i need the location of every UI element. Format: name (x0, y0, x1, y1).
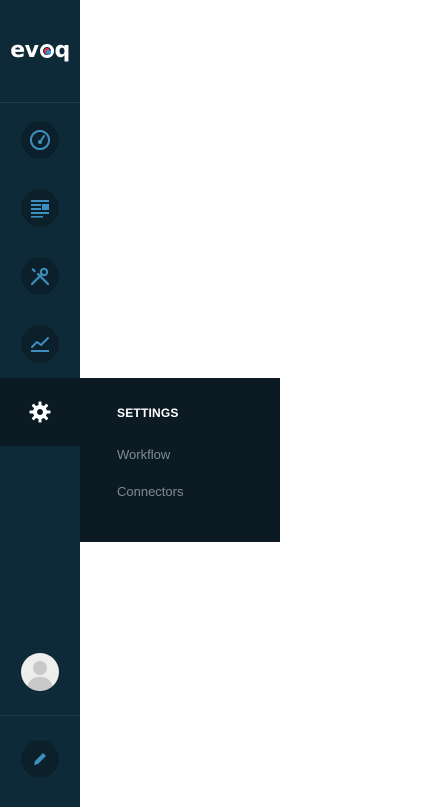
sidebar-item-settings[interactable] (0, 378, 80, 446)
flyout-item-workflow[interactable]: Workflow (117, 447, 170, 462)
logo-mark-icon (39, 44, 54, 58)
page: ev q SETTINGS Workflow Connectors (0, 0, 443, 807)
flyout-item-connectors[interactable]: Connectors (117, 484, 183, 499)
sidebar-item-dashboard[interactable] (21, 121, 59, 159)
content-icon (31, 200, 49, 218)
avatar[interactable] (21, 653, 59, 691)
pencil-icon (34, 753, 46, 765)
tools-icon (30, 267, 50, 286)
analytics-icon (31, 337, 49, 352)
sidebar-item-content[interactable] (21, 189, 59, 227)
sidebar-item-analytics[interactable] (21, 325, 59, 363)
sidebar-item-tools[interactable] (21, 257, 59, 295)
gear-icon (29, 401, 51, 423)
sidebar: ev q (0, 0, 80, 807)
logo-wordmark: ev q (10, 38, 70, 63)
user-avatar-icon (27, 661, 53, 691)
logo[interactable]: ev q (0, 0, 80, 103)
edit-mode-button[interactable] (21, 740, 59, 778)
flyout-title: SETTINGS (117, 406, 179, 420)
dashboard-icon (30, 130, 50, 150)
settings-flyout-menu: SETTINGS Workflow Connectors (80, 378, 280, 542)
sidebar-divider (0, 715, 80, 716)
